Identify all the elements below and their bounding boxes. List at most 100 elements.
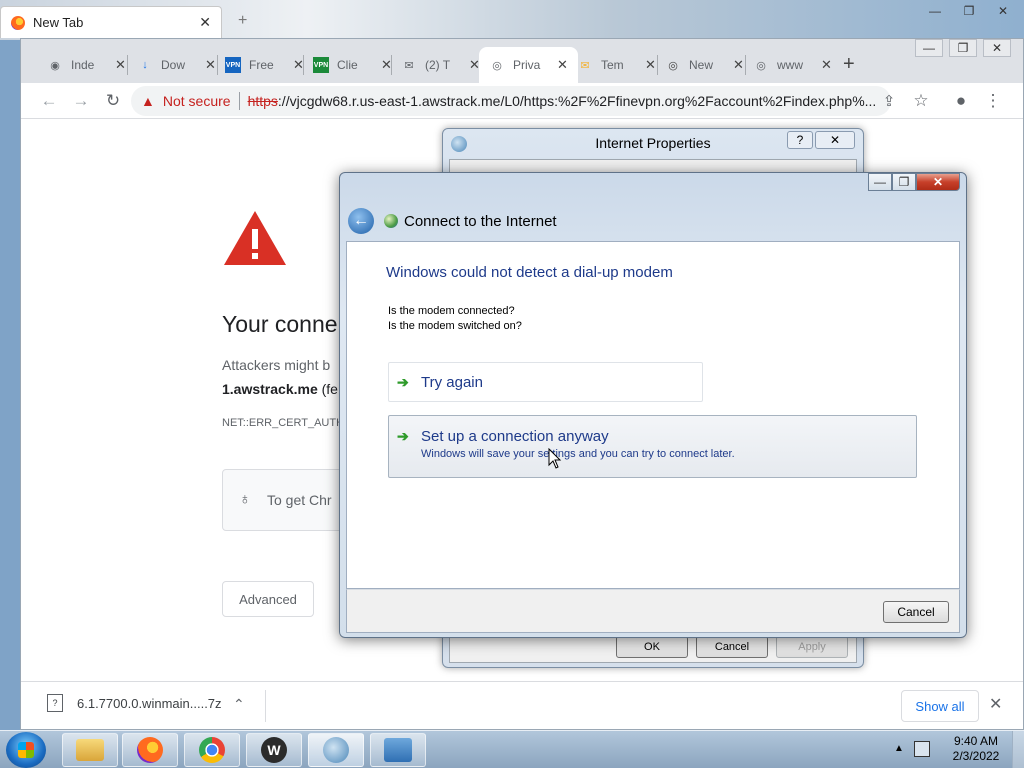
close-button[interactable]: ✕ xyxy=(815,131,855,149)
reload-icon[interactable]: ↻ xyxy=(101,89,125,113)
download-item[interactable]: ? 6.1.7700.0.winmain.....7z xyxy=(47,694,222,712)
show-all-button[interactable]: Show all xyxy=(901,690,979,722)
tip-text: To get Chr xyxy=(267,492,332,508)
menu-icon[interactable]: ⋮ xyxy=(981,89,1005,113)
tab-client[interactable]: VPN Clie ✕ xyxy=(313,47,392,83)
archive-file-icon: ? xyxy=(47,694,63,712)
url-scheme: https xyxy=(247,93,278,109)
tab-close-icon[interactable]: ✕ xyxy=(115,57,126,73)
tab-label: www xyxy=(777,58,803,72)
tab-inde[interactable]: ◉ Inde ✕ xyxy=(47,47,126,83)
taskbar-internet-options[interactable] xyxy=(308,733,364,767)
apply-button[interactable]: Apply xyxy=(776,636,848,658)
github-icon: ◉ xyxy=(50,59,60,72)
tab-close-icon[interactable]: ✕ xyxy=(205,57,216,73)
tab-close-icon[interactable]: ✕ xyxy=(821,57,832,73)
dialog-title: Connect to the Internet xyxy=(404,213,557,230)
chevron-up-icon[interactable]: ⌃ xyxy=(233,696,245,713)
cancel-button[interactable]: Cancel xyxy=(883,601,949,623)
new-tab-button[interactable]: + xyxy=(843,53,855,76)
network-tray-icon[interactable] xyxy=(914,741,930,757)
setup-connection-description: Windows will save your settings and you … xyxy=(421,448,735,460)
maximize-button[interactable]: ❐ xyxy=(892,173,916,191)
ok-button[interactable]: OK xyxy=(616,636,688,658)
connect-to-internet-dialog: — ❐ ✕ ← Connect to the Internet Windows … xyxy=(339,172,967,638)
tab-label: Dow xyxy=(161,58,186,72)
w-app-icon: W xyxy=(261,737,287,763)
dialog-content: Windows could not detect a dial-up modem… xyxy=(346,241,960,589)
green-arrow-icon: ➔ xyxy=(397,374,409,390)
firefox-window: New Tab ✕ + — ❐ ✕ xyxy=(0,0,1024,40)
close-icon[interactable]: ✕ xyxy=(199,14,211,31)
tab-www[interactable]: ◎ www ✕ xyxy=(753,47,832,83)
minimize-button[interactable]: — xyxy=(920,2,950,20)
chrome-window-controls: — ❐ ✕ xyxy=(915,39,1011,57)
vpn-green-icon: VPN xyxy=(313,57,329,73)
tab-new[interactable]: ◎ New ✕ xyxy=(665,47,744,83)
minimize-button[interactable]: — xyxy=(915,39,943,57)
profile-icon[interactable]: ● xyxy=(949,89,973,113)
taskbar-clock[interactable]: 9:40 AM 2/3/2022 xyxy=(946,734,1006,764)
setup-connection-label: Set up a connection anyway xyxy=(421,428,609,445)
forward-icon[interactable]: → xyxy=(69,89,93,113)
internet-options-icon xyxy=(323,737,349,763)
download-icon: ↓ xyxy=(142,59,148,71)
mouse-cursor-icon xyxy=(548,448,562,469)
not-secure-label[interactable]: Not secure xyxy=(163,93,231,109)
share-icon[interactable]: ⇪ xyxy=(877,89,901,113)
error-host-bold: 1.awstrack.me xyxy=(222,381,318,397)
tab-private[interactable]: ◎ Priva ✕ xyxy=(479,47,578,83)
tab-label: Clie xyxy=(337,58,358,72)
setup-connection-option[interactable]: ➔ Set up a connection anyway Windows wil… xyxy=(388,415,917,478)
globe-icon: ◎ xyxy=(756,59,766,72)
taskbar-explorer[interactable] xyxy=(62,733,118,767)
taskbar-firefox[interactable] xyxy=(122,733,178,767)
try-again-option[interactable]: ➔ Try again xyxy=(388,362,703,402)
taskbar-chrome[interactable] xyxy=(184,733,240,767)
mailbox-icon: ✉ xyxy=(580,59,590,72)
tab-mail[interactable]: ✉ (2) T ✕ xyxy=(401,47,480,83)
taskbar-control-panel[interactable] xyxy=(370,733,426,767)
star-icon[interactable]: ☆ xyxy=(909,89,933,113)
taskbar-app-w[interactable]: W xyxy=(246,733,302,767)
start-button[interactable] xyxy=(6,732,46,768)
chrome-icon xyxy=(199,737,225,763)
error-host-rest: (fe xyxy=(317,381,338,397)
cancel-button[interactable]: Cancel xyxy=(696,636,768,658)
firefox-tab-new-tab[interactable]: New Tab ✕ xyxy=(0,6,222,38)
tab-free[interactable]: VPN Free ✕ xyxy=(225,47,304,83)
globe-icon: ◎ xyxy=(492,59,502,72)
tab-label: (2) T xyxy=(425,58,451,72)
back-icon[interactable]: ← xyxy=(37,89,61,113)
back-arrow-icon[interactable]: ← xyxy=(348,208,374,234)
maximize-button[interactable]: ❐ xyxy=(949,39,977,57)
close-button[interactable]: ✕ xyxy=(916,173,960,191)
download-filename: 6.1.7700.0.winmain.....7z xyxy=(77,695,222,711)
minimize-button[interactable]: — xyxy=(868,173,892,191)
url-text: ://vjcgdw68.r.us-east-1.awstrack.me/L0/h… xyxy=(277,93,877,109)
warning-icon[interactable]: ▲ xyxy=(141,93,155,109)
chrome-icon: ◎ xyxy=(668,59,678,72)
help-button[interactable]: ? xyxy=(787,131,813,149)
tab-download[interactable]: ↓ Dow ✕ xyxy=(137,47,216,83)
tab-close-icon[interactable]: ✕ xyxy=(557,57,568,73)
tab-close-icon[interactable]: ✕ xyxy=(645,57,656,73)
tab-temp[interactable]: ✉ Tem ✕ xyxy=(577,47,656,83)
clock-time: 9:40 AM xyxy=(953,734,999,748)
show-desktop-button[interactable] xyxy=(1012,731,1024,768)
error-code: NET::ERR_CERT_AUTHO xyxy=(222,417,353,429)
close-download-bar-icon[interactable]: ✕ xyxy=(989,694,1002,714)
lightbulb-icon: ♁ xyxy=(239,491,251,508)
close-button[interactable]: ✕ xyxy=(988,2,1018,20)
chrome-tab-strip: ◉ Inde ✕ ↓ Dow ✕ VPN Free ✕ VPN Clie ✕ ✉… xyxy=(21,39,1023,83)
firefox-new-tab-button[interactable]: + xyxy=(238,12,247,30)
tab-label: Free xyxy=(249,58,274,72)
advanced-button[interactable]: Advanced xyxy=(222,581,314,617)
tab-label: Priva xyxy=(513,58,541,72)
address-bar[interactable]: ▲ Not secure https ://vjcgdw68.r.us-east… xyxy=(131,86,891,116)
tab-close-icon[interactable]: ✕ xyxy=(733,57,744,73)
show-hidden-icons-arrow[interactable]: ▲ xyxy=(894,743,904,754)
maximize-button[interactable]: ❐ xyxy=(954,2,984,20)
close-button[interactable]: ✕ xyxy=(983,39,1011,57)
error-title: Your conne xyxy=(222,311,338,337)
